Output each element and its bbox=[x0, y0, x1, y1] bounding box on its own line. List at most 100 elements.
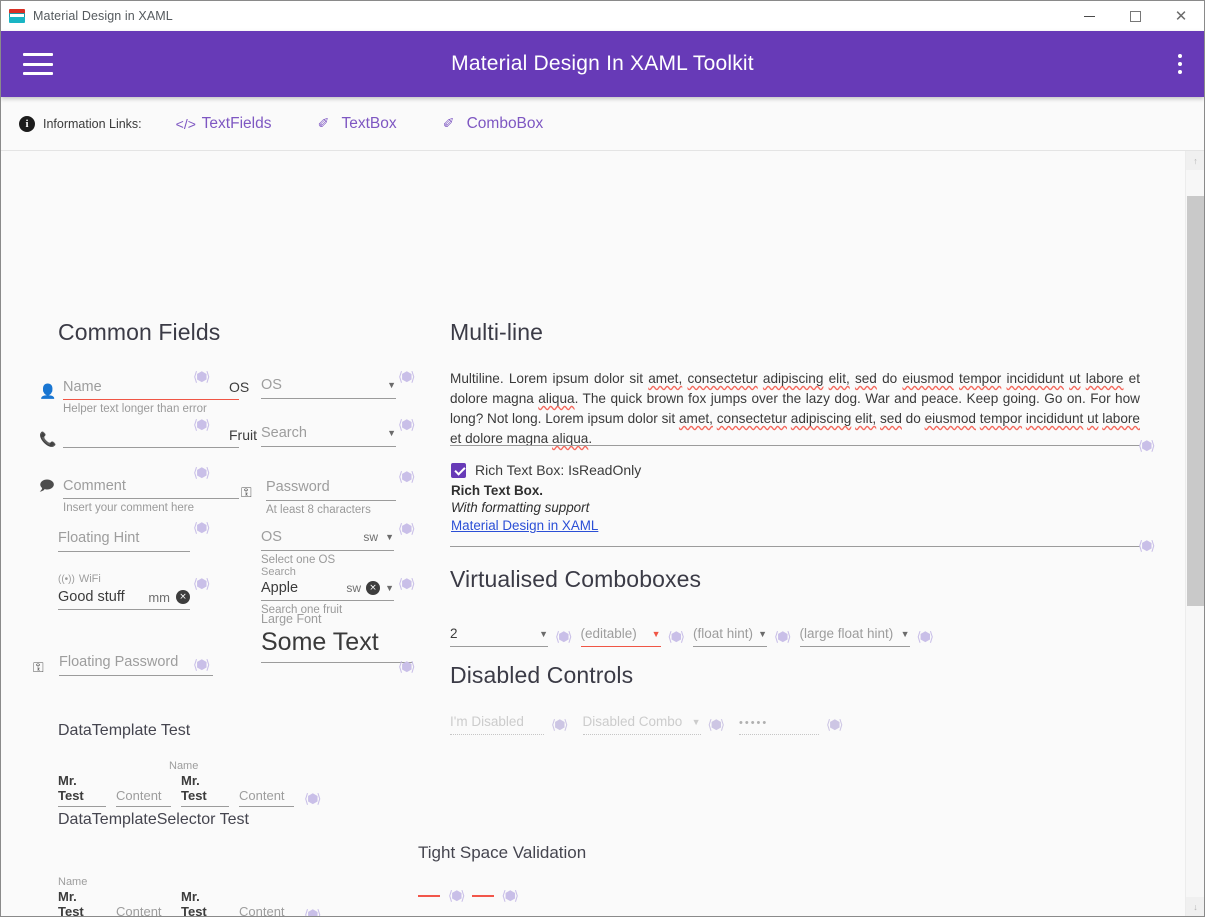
common-fields-heading: Common Fields bbox=[58, 319, 221, 345]
link-textfields-label: TextFields bbox=[201, 114, 272, 132]
app-bar: Material Design In XAML Toolkit bbox=[1, 31, 1204, 97]
comment-field-underline bbox=[63, 498, 239, 499]
misspelled-word: amet, bbox=[678, 411, 713, 427]
richtext-readonly-label: Rich Text Box: IsReadOnly bbox=[475, 462, 642, 478]
clear-icon[interactable]: × bbox=[176, 590, 190, 604]
virtualised-combobox-0[interactable]: 2 ▼ bbox=[450, 626, 548, 647]
virtualised-combobox-2-value: (float hint) bbox=[693, 626, 754, 641]
password-field[interactable]: ⚿ Password At least 8 characters bbox=[241, 479, 396, 516]
dts-cell-0: Mr. Test bbox=[58, 889, 84, 916]
hex-indicator-icon: ⟨⬢⟩ bbox=[304, 791, 321, 806]
hamburger-icon[interactable] bbox=[23, 53, 53, 75]
datatemplateselector-test-heading: DataTemplateSelector Test bbox=[58, 811, 249, 828]
fruit-combo-underline bbox=[261, 446, 396, 447]
misspelled-word: consectetur bbox=[716, 411, 788, 427]
misspelled-word: incididunt bbox=[1025, 411, 1084, 427]
richtext-link[interactable]: Material Design in XAML bbox=[451, 518, 1141, 533]
window-title: Material Design in XAML bbox=[33, 9, 173, 23]
fruit-combo[interactable]: Search ▼ bbox=[261, 425, 396, 447]
more-vertical-icon[interactable] bbox=[1178, 54, 1182, 74]
fruit-select[interactable]: Search Apple sw × ▼ Search one fruit bbox=[261, 566, 394, 616]
clear-icon[interactable]: × bbox=[366, 581, 381, 595]
os-combo-hint: OS bbox=[261, 377, 282, 393]
tight-field-1[interactable] bbox=[418, 894, 440, 897]
misspelled-word: labore bbox=[1085, 371, 1124, 386]
link-textbox[interactable]: ✐ TextBox bbox=[315, 115, 397, 133]
hex-indicator-icon: ⟨⬢⟩ bbox=[551, 717, 568, 732]
virtualised-combobox-1-underline bbox=[580, 646, 661, 647]
app-window: Material Design in XAML ✕ Material Desig… bbox=[0, 0, 1205, 917]
key-icon: ⚿ bbox=[33, 659, 44, 675]
virtualised-combobox-2[interactable]: (float hint) ▼ bbox=[693, 626, 767, 647]
phone-icon: 📞 bbox=[39, 431, 57, 447]
phone-field[interactable]: 📞 bbox=[39, 426, 239, 448]
richtext-bold-line: Rich Text Box. bbox=[451, 483, 544, 498]
phone-field-underline bbox=[63, 447, 239, 448]
dts-cell-3: Content bbox=[239, 904, 285, 916]
large-font-underline bbox=[261, 662, 413, 663]
multiline-textbox[interactable]: Multiline. Lorem ipsum dolor sit amet, c… bbox=[450, 369, 1140, 449]
scroll-down-button[interactable]: ↓ bbox=[1186, 897, 1204, 916]
disabled-control-2: ••••• bbox=[739, 717, 819, 735]
hex-indicator-icon: ⟨⬢⟩ bbox=[193, 465, 210, 480]
cell-underline bbox=[181, 806, 229, 807]
close-button[interactable]: ✕ bbox=[1158, 1, 1204, 31]
fruit-select-suffix: sw bbox=[346, 581, 362, 595]
dts-cell-2: Mr. Test bbox=[181, 889, 207, 916]
large-font-field[interactable]: Large Font Some Text bbox=[261, 612, 413, 663]
virtualised-comboboxes-heading: Virtualised Comboboxes bbox=[450, 566, 702, 592]
fruit-combo-hint: Search bbox=[261, 425, 307, 441]
vertical-scrollbar[interactable]: ↑ ↓ bbox=[1185, 151, 1204, 916]
chevron-down-icon: ▼ bbox=[691, 716, 701, 727]
chevron-down-icon: ▼ bbox=[385, 583, 394, 593]
tight-field-2[interactable] bbox=[471, 894, 494, 897]
minimize-button[interactable] bbox=[1066, 1, 1112, 31]
os-select[interactable]: OS sw ▼ Select one OS bbox=[261, 529, 394, 566]
virtualised-combobox-1[interactable]: (editable) ▼ bbox=[580, 626, 661, 647]
link-textfields[interactable]: </> TextFields bbox=[176, 115, 272, 133]
rich-text-box[interactable]: Rich Text Box. With formatting support M… bbox=[451, 483, 1141, 533]
hex-indicator-icon: ⟨⬢⟩ bbox=[774, 629, 791, 644]
information-links-label: Information Links: bbox=[43, 116, 142, 131]
chevron-down-icon: ▼ bbox=[758, 628, 767, 639]
richtext-readonly-checkbox[interactable]: Rich Text Box: IsReadOnly bbox=[451, 462, 641, 478]
misspelled-word: consectetur bbox=[687, 371, 758, 386]
code-tags-icon: </> bbox=[175, 115, 196, 132]
comment-icon: 🗩 bbox=[39, 477, 55, 493]
disabled-control-0-underline bbox=[450, 734, 544, 735]
wifi-field[interactable]: ((•)) WiFi Good stuff mm × bbox=[58, 573, 190, 610]
scroll-up-button[interactable]: ↑ bbox=[1186, 151, 1204, 170]
comment-field-hint: Comment bbox=[63, 478, 126, 494]
floating-hint-field[interactable]: Floating Hint bbox=[58, 530, 190, 552]
misspelled-word: tempor bbox=[958, 371, 1002, 386]
scrollbar-thumb[interactable] bbox=[1187, 196, 1204, 606]
multiline-underline bbox=[450, 445, 1140, 446]
richtext-italic-line: With formatting support bbox=[451, 500, 590, 515]
os-select-suffix: sw bbox=[363, 530, 379, 544]
hex-indicator-icon: ⟨⬢⟩ bbox=[398, 521, 415, 536]
richtext-underline bbox=[450, 546, 1140, 547]
virtualised-combobox-3[interactable]: (large float hint) ▼ bbox=[799, 626, 910, 647]
tight-space-validation-heading: Tight Space Validation bbox=[418, 843, 587, 862]
hex-indicator-icon: ⟨⬢⟩ bbox=[193, 520, 210, 535]
os-select-helper: Select one OS bbox=[261, 554, 336, 566]
datatemplate-cell-2: Mr. Test bbox=[181, 773, 207, 803]
comment-field[interactable]: 🗩 Comment Insert your comment here bbox=[39, 475, 239, 514]
floating-password-field[interactable]: ⚿ Floating Password bbox=[33, 654, 213, 676]
key-icon: ⚿ bbox=[241, 484, 252, 500]
wifi-field-suffix: mm bbox=[148, 589, 170, 605]
name-field[interactable]: 👤 Name Helper text longer than error bbox=[39, 379, 239, 415]
tight-validation-fields: ⟨⬢⟩ ⟨⬢⟩ bbox=[418, 889, 519, 902]
hex-indicator-icon: ⟨⬢⟩ bbox=[826, 717, 843, 732]
misspelled-word: elit, bbox=[828, 371, 850, 386]
wifi-field-value: Good stuff bbox=[58, 589, 125, 605]
app-bar-title: Material Design In XAML Toolkit bbox=[451, 52, 754, 75]
datatemplate-row[interactable]: Mr. Test Content Mr. Test Content ⟨⬢⟩ bbox=[58, 773, 321, 807]
floating-password-underline bbox=[59, 675, 213, 676]
datatemplateselector-row[interactable]: Mr. Test Content Mr. Test Content ⟨⬢⟩ bbox=[58, 889, 321, 916]
link-combobox[interactable]: ✐ ComboBox bbox=[441, 115, 544, 133]
maximize-button[interactable] bbox=[1112, 1, 1158, 31]
os-combo[interactable]: OS ▼ bbox=[261, 377, 396, 399]
os-select-hint: OS bbox=[261, 529, 282, 545]
misspelled-word: eiusmod bbox=[902, 371, 954, 386]
